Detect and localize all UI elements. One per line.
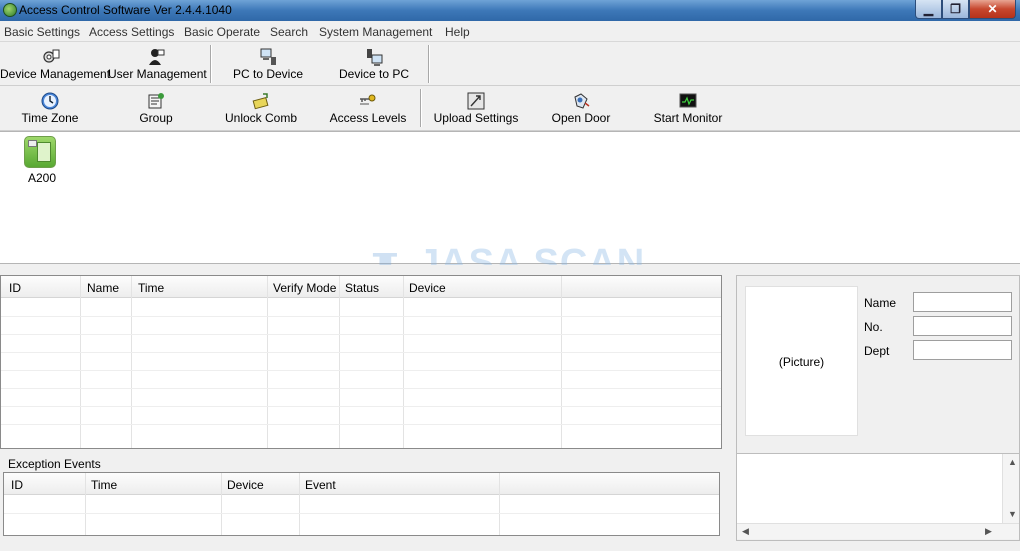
open-door-button[interactable]: Open Door <box>548 89 614 129</box>
unlock-comb-button[interactable]: Unlock Comb <box>222 89 300 129</box>
close-icon: ✕ <box>987 2 998 16</box>
menu-search[interactable]: Search <box>270 25 308 39</box>
app-icon <box>3 3 17 17</box>
name-label: Name <box>864 296 897 310</box>
exception-events-label: Exception Events <box>8 457 101 471</box>
user-management-icon <box>148 49 164 65</box>
horizontal-scrollbar[interactable]: ◀ ▶ <box>737 523 1019 539</box>
device-list: A200 <box>0 131 1020 264</box>
unlock-comb-label: Unlock Comb <box>224 111 298 125</box>
group-icon <box>148 93 164 109</box>
minimize-icon: ▁ <box>923 2 934 16</box>
events-grid[interactable]: ID Name Time Verify Mode Status Device <box>0 275 722 449</box>
exception-column-time[interactable]: Time <box>91 478 117 492</box>
menu-bar: Basic Settings Access Settings Basic Ope… <box>0 21 1020 42</box>
upload-settings-button[interactable]: Upload Settings <box>433 89 519 129</box>
monitor-icon <box>679 93 697 108</box>
time-zone-button[interactable]: Time Zone <box>18 89 82 129</box>
scroll-up-icon[interactable]: ▲ <box>1008 457 1017 467</box>
menu-help[interactable]: Help <box>445 25 470 39</box>
start-monitor-button[interactable]: Start Monitor <box>650 89 726 129</box>
number-field[interactable] <box>913 316 1012 336</box>
exception-column-device[interactable]: Device <box>227 478 264 492</box>
device-management-icon <box>42 49 59 63</box>
device-label[interactable]: A200 <box>28 171 56 185</box>
upload-settings-icon <box>467 92 485 110</box>
scroll-left-icon[interactable]: ◀ <box>742 526 749 537</box>
toolbar-separator <box>420 89 422 127</box>
user-management-label: User Management <box>108 67 207 81</box>
picture-placeholder: (Picture) <box>778 355 825 369</box>
exception-column-event[interactable]: Event <box>305 478 336 492</box>
device-management-label: Device Management <box>0 67 111 81</box>
toolbar-separator <box>428 45 430 83</box>
user-picture: (Picture) <box>745 286 858 436</box>
menu-basic-settings[interactable]: Basic Settings <box>4 25 80 39</box>
open-door-label: Open Door <box>551 111 611 125</box>
keys-icon <box>360 94 376 105</box>
user-management-button[interactable]: User Management <box>108 45 207 85</box>
device-to-pc-label: Device to PC <box>338 67 410 81</box>
exception-events-grid[interactable]: ID Time Device Event <box>3 472 720 536</box>
restore-icon: ❐ <box>950 2 961 16</box>
time-zone-label: Time Zone <box>21 111 79 125</box>
device-to-pc-icon <box>367 49 383 66</box>
scroll-down-icon[interactable]: ▼ <box>1008 509 1017 519</box>
column-header-status[interactable]: Status <box>345 281 379 295</box>
exception-column-id[interactable]: ID <box>11 478 23 492</box>
toolbar-access: Time Zone Group Unlock Comb Access Level… <box>0 86 1020 131</box>
group-button[interactable]: Group <box>128 89 184 129</box>
scroll-right-icon[interactable]: ▶ <box>985 526 992 537</box>
column-header-id[interactable]: ID <box>9 281 21 295</box>
clock-icon <box>41 92 59 110</box>
menu-basic-operate[interactable]: Basic Operate <box>184 25 260 39</box>
number-label: No. <box>864 320 883 334</box>
maximize-button[interactable]: ❐ <box>942 0 969 19</box>
upload-settings-label: Upload Settings <box>433 111 519 125</box>
group-label: Group <box>139 111 173 125</box>
dept-field[interactable] <box>913 340 1012 360</box>
access-levels-button[interactable]: Access Levels <box>328 89 408 129</box>
column-header-time[interactable]: Time <box>138 281 164 295</box>
access-levels-label: Access Levels <box>329 111 407 125</box>
column-header-device[interactable]: Device <box>409 281 446 295</box>
toolbar-separator <box>210 45 212 83</box>
vertical-scrollbar[interactable]: ▲ ▼ <box>1002 454 1019 524</box>
open-door-icon <box>574 93 590 109</box>
unlock-comb-icon <box>252 93 269 110</box>
toolbar-main: Device Management User Management PC to … <box>0 42 1020 86</box>
pc-to-device-label: PC to Device <box>232 67 304 81</box>
column-header-name[interactable]: Name <box>87 281 119 295</box>
menu-access-settings[interactable]: Access Settings <box>89 25 174 39</box>
pc-to-device-icon <box>260 48 276 65</box>
pc-to-device-button[interactable]: PC to Device <box>228 45 308 85</box>
window-title: Access Control Software Ver 2.4.4.1040 <box>19 3 232 17</box>
device-to-pc-button[interactable]: Device to PC <box>334 45 414 85</box>
event-log-box[interactable]: ▲ ▼ ◀ ▶ <box>737 453 1019 539</box>
title-bar: Access Control Software Ver 2.4.4.1040 ▁… <box>0 0 1020 21</box>
column-header-verify-mode[interactable]: Verify Mode <box>273 281 336 295</box>
dept-label: Dept <box>864 344 890 358</box>
close-button[interactable]: ✕ <box>969 0 1016 19</box>
start-monitor-label: Start Monitor <box>653 111 723 125</box>
device-terminal-icon[interactable] <box>24 136 56 168</box>
device-management-button[interactable]: Device Management <box>0 45 111 85</box>
minimize-button[interactable]: ▁ <box>915 0 942 19</box>
menu-system-management[interactable]: System Management <box>319 25 432 39</box>
user-info-panel: (Picture) Name No. Dept ▲ ▼ ◀ ▶ <box>736 275 1020 541</box>
lower-panel: ID Name Time Verify Mode Status Device E… <box>0 265 1020 551</box>
name-field[interactable] <box>913 292 1012 312</box>
